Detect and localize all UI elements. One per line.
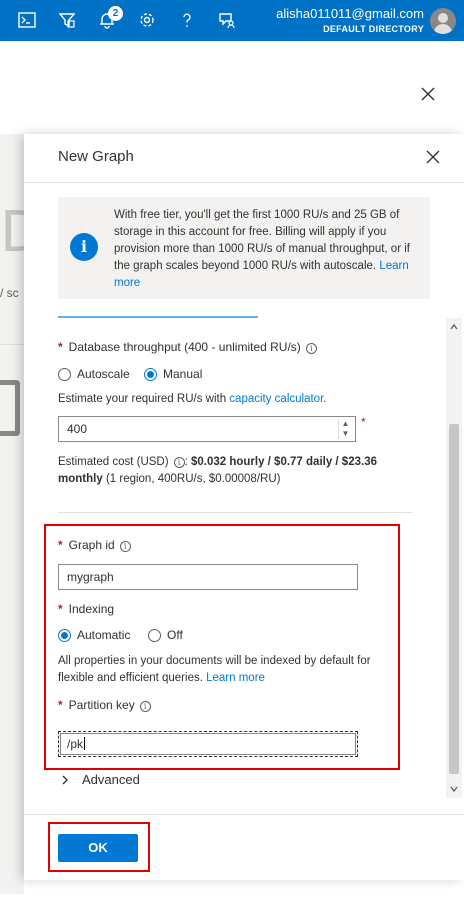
background-divider [0, 344, 24, 345]
cloud-shell-icon[interactable] [16, 9, 38, 31]
advanced-section-toggle[interactable]: Advanced [60, 772, 140, 787]
info-text: With free tier, you'll get the first 100… [114, 207, 424, 292]
new-graph-panel: New Graph i With free tier, you'll get t… [24, 134, 464, 880]
free-tier-info-banner: i With free tier, you'll get the first 1… [58, 197, 430, 299]
highlight-box-ok [48, 822, 150, 872]
advanced-label: Advanced [82, 772, 140, 787]
scrollbar[interactable] [446, 318, 462, 798]
help-icon[interactable] [176, 9, 198, 31]
account-email: alisha011011@gmail.com [276, 6, 424, 21]
account-directory: DEFAULT DIRECTORY [323, 24, 424, 34]
manual-radio[interactable]: Manual [144, 367, 202, 381]
account-menu[interactable]: alisha011011@gmail.com DEFAULT DIRECTORY [276, 6, 424, 36]
scroll-up-arrow-icon[interactable] [449, 322, 459, 332]
close-icon[interactable] [424, 148, 442, 166]
radio-circle-selected [144, 367, 157, 381]
info-icon: i [70, 233, 98, 261]
quantity-stepper[interactable]: ▲ ▼ [338, 419, 352, 439]
throughput-input[interactable]: 400 ▲ ▼ [58, 416, 356, 442]
background-text: / sc [0, 286, 19, 300]
info-icon[interactable]: i [305, 343, 317, 354]
highlight-box-graph-settings [44, 524, 400, 770]
estimated-cost-text: Estimated cost (USD) i: $0.032 hourly / $… [58, 456, 377, 485]
footer-divider [24, 814, 464, 815]
info-message: With free tier, you'll get the first 100… [114, 209, 410, 272]
portal-topbar: 2 alisha011011@gmail.com DEFAULT DIRECTO… [0, 0, 464, 41]
scroll-down-arrow-icon[interactable] [449, 784, 459, 794]
directory-filter-icon[interactable] [56, 9, 78, 31]
radio-circle [58, 367, 71, 381]
notifications-badge: 2 [108, 6, 123, 21]
close-icon[interactable] [418, 84, 438, 104]
info-icon[interactable]: i [173, 457, 185, 468]
partially-hidden-checkbox-row [58, 310, 258, 318]
panel-title: New Graph [58, 148, 134, 165]
title-divider [24, 182, 464, 183]
required-marker: * [361, 415, 366, 429]
background-icon [0, 380, 20, 436]
chevron-right-icon [62, 775, 68, 784]
estimate-text: Estimate your required RU/s with capacit… [58, 393, 327, 405]
throughput-label: * Database throughput (400 - unlimited RU… [58, 340, 317, 354]
capacity-calculator-link[interactable]: capacity calculator [229, 393, 323, 405]
scrollbar-thumb[interactable] [449, 424, 459, 774]
feedback-icon[interactable] [216, 9, 238, 31]
section-divider [58, 512, 412, 513]
avatar[interactable] [430, 8, 456, 34]
settings-icon[interactable] [136, 9, 158, 31]
autoscale-radio[interactable]: Autoscale [58, 367, 130, 381]
